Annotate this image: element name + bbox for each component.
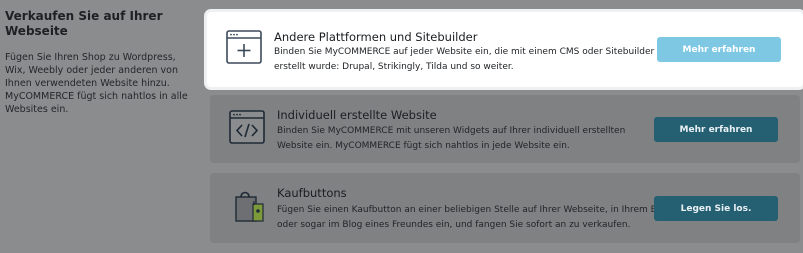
browser-plus-icon	[225, 29, 267, 69]
card-other-platforms[interactable]: Andere Plattformen und Sitebuilder Binde…	[207, 12, 803, 87]
shopping-bag-icon	[228, 186, 270, 226]
card-title: Kaufbuttons	[277, 186, 347, 200]
card-description: Binden Sie MyCOMMERCE auf jeder Website …	[274, 47, 655, 72]
learn-more-button[interactable]: Mehr erfahren	[657, 37, 781, 62]
learn-more-button[interactable]: Mehr erfahren	[654, 117, 778, 142]
card-custom-website[interactable]: Individuell erstellte Website Binden Sie…	[210, 95, 800, 163]
card-title: Andere Plattformen und Sitebuilder	[274, 30, 478, 44]
get-started-button[interactable]: Legen Sie los.	[654, 196, 778, 221]
card-description: Binden Sie MyCOMMERCE mit unseren Widget…	[277, 126, 626, 151]
sidebar-description: Fügen Sie Ihren Shop zu Wordpress, Wix, …	[5, 52, 188, 115]
card-description: Fügen Sie einen Kaufbutton an einer beli…	[277, 205, 671, 230]
sidebar-intro: Verkaufen Sie auf Ihrer Webseite Fügen S…	[5, 9, 195, 116]
browser-code-icon	[228, 109, 270, 149]
card-buy-buttons[interactable]: Kaufbuttons Fügen Sie einen Kaufbutton a…	[210, 173, 800, 243]
card-title: Individuell erstellte Website	[277, 108, 437, 122]
sidebar-title: Verkaufen Sie auf Ihrer Webseite	[5, 9, 163, 38]
